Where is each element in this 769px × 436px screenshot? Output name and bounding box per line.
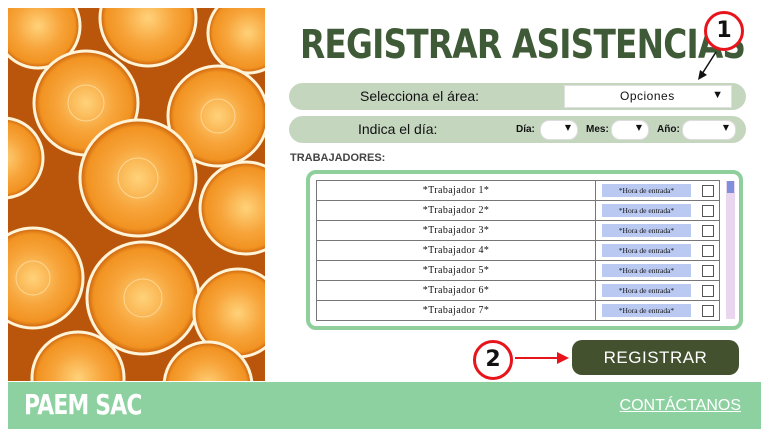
- entry-time: *Hora de entrada*: [602, 304, 691, 317]
- attendance-checkbox[interactable]: [702, 205, 714, 217]
- worker-name: *Trabajador 2*: [317, 201, 596, 220]
- attendance-checkbox[interactable]: [702, 285, 714, 297]
- worker-name: *Trabajador 7*: [317, 301, 596, 320]
- page-title: REGISTRAR ASISTENCIAS: [300, 22, 746, 68]
- scrollbar-thumb[interactable]: [727, 181, 734, 193]
- caret-down-icon: ▼: [712, 89, 723, 101]
- month-label: Mes:: [586, 124, 609, 135]
- app-frame: REGISTRAR ASISTENCIAS 1 Selecciona el ár…: [0, 0, 769, 436]
- worker-name: *Trabajador 5*: [317, 261, 596, 280]
- caret-down-icon: ▼: [564, 123, 571, 132]
- entry-time: *Hora de entrada*: [602, 224, 691, 237]
- area-select[interactable]: Opciones ▼: [564, 85, 732, 108]
- attendance-checkbox[interactable]: [702, 305, 714, 317]
- attendance-checkbox[interactable]: [702, 185, 714, 197]
- attendance-checkbox[interactable]: [702, 225, 714, 237]
- footer: PAEM SAC CONTÁCTANOS: [8, 382, 761, 429]
- red-arrow-icon: [698, 51, 717, 80]
- brand-name: PAEM SAC: [24, 388, 142, 421]
- day-label: Día:: [516, 124, 535, 135]
- table-row: *Trabajador 1* *Hora de entrada*: [317, 181, 719, 201]
- callout-two: 2: [473, 340, 513, 380]
- table-row: *Trabajador 5* *Hora de entrada*: [317, 261, 719, 281]
- area-select-value: Opciones: [620, 89, 675, 103]
- caret-down-icon: ▼: [722, 123, 729, 132]
- worker-name: *Trabajador 4*: [317, 241, 596, 260]
- contact-link[interactable]: CONTÁCTANOS: [620, 397, 741, 415]
- caret-down-icon: ▼: [635, 123, 642, 132]
- year-select[interactable]: ▼: [682, 120, 736, 140]
- date-label: Indica el día:: [358, 121, 438, 137]
- entry-time: *Hora de entrada*: [602, 264, 691, 277]
- worker-name: *Trabajador 3*: [317, 221, 596, 240]
- oranges-image: [8, 8, 265, 381]
- workers-table: *Trabajador 1* *Hora de entrada* *Trabaj…: [316, 180, 720, 321]
- attendance-checkbox[interactable]: [702, 245, 714, 257]
- area-label: Selecciona el área:: [360, 88, 480, 104]
- register-button[interactable]: REGISTRAR: [572, 340, 739, 375]
- table-row: *Trabajador 3* *Hora de entrada*: [317, 221, 719, 241]
- workers-label: TRABAJADORES:: [290, 152, 386, 164]
- entry-time: *Hora de entrada*: [602, 284, 691, 297]
- attendance-checkbox[interactable]: [702, 265, 714, 277]
- entry-time: *Hora de entrada*: [602, 244, 691, 257]
- table-row: *Trabajador 4* *Hora de entrada*: [317, 241, 719, 261]
- year-label: Año:: [657, 124, 680, 135]
- day-select[interactable]: ▼: [540, 120, 578, 140]
- table-scrollbar[interactable]: [726, 181, 735, 319]
- table-row: *Trabajador 2* *Hora de entrada*: [317, 201, 719, 221]
- month-select[interactable]: ▼: [611, 120, 649, 140]
- callout-one: 1: [704, 11, 744, 51]
- table-row: *Trabajador 7* *Hora de entrada*: [317, 301, 719, 321]
- worker-name: *Trabajador 6*: [317, 281, 596, 300]
- entry-time: *Hora de entrada*: [602, 204, 691, 217]
- red-arrow-icon: [515, 352, 569, 364]
- entry-time: *Hora de entrada*: [602, 184, 691, 197]
- table-row: *Trabajador 6* *Hora de entrada*: [317, 281, 719, 301]
- worker-name: *Trabajador 1*: [317, 181, 596, 200]
